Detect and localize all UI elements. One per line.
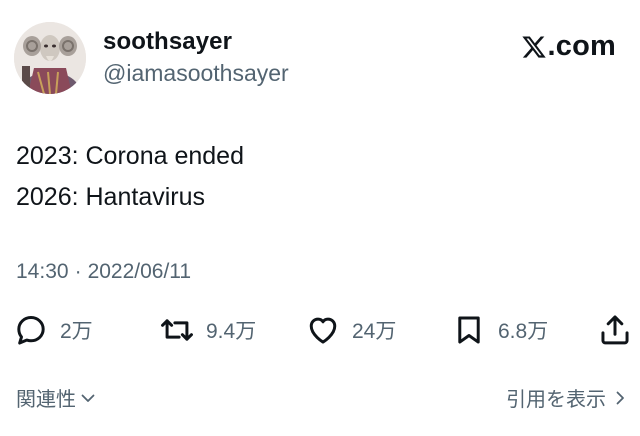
view-quotes-link[interactable]: 引用を表示 — [506, 383, 628, 412]
retweet-button[interactable]: 9.4万 — [160, 310, 256, 350]
user-handle[interactable]: @iamasoothsayer — [103, 60, 289, 87]
like-button[interactable]: 24万 — [306, 310, 396, 350]
timestamp-separator: · — [74, 260, 82, 283]
chevron-down-icon — [81, 394, 95, 402]
bookmark-icon — [458, 316, 480, 344]
tweet-timestamp[interactable]: 14:30 · 2022/06/11 — [16, 260, 191, 284]
x-brand-logo: .com — [521, 30, 617, 63]
share-button[interactable] — [598, 310, 632, 350]
tweet-time: 14:30 — [16, 260, 69, 283]
reply-button[interactable]: 2万 — [14, 310, 93, 350]
tweet-date: 2022/06/11 — [87, 260, 192, 283]
x-logo-icon — [521, 35, 546, 58]
retweet-icon — [161, 319, 193, 341]
tweet-text: 2023: Corona ended 2026: Hantavirus — [16, 136, 244, 218]
x-logo-text: .com — [547, 30, 616, 62]
chevron-right-icon — [616, 391, 624, 404]
quote-label: 引用を表示 — [506, 389, 606, 411]
like-count: 24万 — [352, 320, 397, 343]
avatar[interactable] — [14, 22, 86, 94]
retweet-count: 9.4万 — [206, 320, 257, 343]
related-sort-dropdown[interactable]: 関連性 — [16, 383, 96, 412]
bookmark-button[interactable]: 6.8万 — [452, 310, 548, 350]
reply-count: 2万 — [60, 320, 93, 343]
soothsayer-avatar-image — [14, 22, 86, 94]
bookmark-count: 6.8万 — [498, 320, 549, 343]
share-icon — [601, 315, 629, 345]
tweet-card: soothsayer @iamasoothsayer .com 2023: Co… — [0, 0, 640, 436]
action-bar: 2万 9.4万 24万 6.8万 — [14, 310, 634, 350]
heart-icon — [309, 317, 337, 344]
reply-icon — [17, 316, 45, 345]
tweet-line: 2023: Corona ended — [16, 142, 244, 170]
tweet-header: soothsayer @iamasoothsayer .com — [14, 22, 626, 94]
display-name[interactable]: soothsayer — [103, 28, 232, 56]
related-label: 関連性 — [16, 389, 76, 411]
tweet-footer: 関連性 引用を表示 — [16, 383, 628, 413]
tweet-line: 2026: Hantavirus — [16, 183, 206, 211]
